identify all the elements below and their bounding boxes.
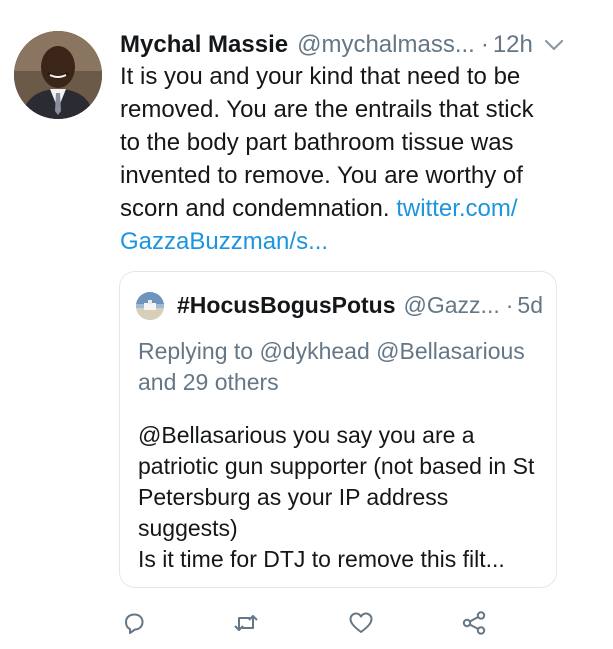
quoted-tweet[interactable]: #HocusBogusPotus @Gazz... · 5d Replying …	[119, 271, 557, 588]
avatar[interactable]	[14, 31, 102, 119]
like-icon[interactable]	[344, 606, 378, 640]
share-icon[interactable]	[457, 606, 491, 640]
replying-to: Replying to @dykhead @Bellasarious and 2…	[138, 338, 525, 395]
retweet-icon[interactable]	[229, 606, 263, 640]
tweet-actions	[0, 606, 613, 640]
reply-icon[interactable]	[117, 606, 151, 640]
author-handle[interactable]: @mychalmass...	[297, 29, 475, 61]
tweet-header: Mychal Massie @mychalmass... · 12h	[120, 29, 580, 61]
quoted-profile-photo	[136, 292, 164, 320]
quoted-author-handle[interactable]: @Gazz...	[404, 289, 500, 321]
timestamp[interactable]: 12h	[493, 29, 533, 61]
quoted-text: @Bellasarious you say you are a patrioti…	[138, 422, 535, 572]
quoted-avatar[interactable]	[136, 292, 164, 320]
quoted-timestamp[interactable]: 5d	[517, 289, 543, 321]
tweet[interactable]: Mychal Massie @mychalmass... · 12h It is…	[0, 0, 613, 649]
tweet-text: It is you and your kind that need to be …	[120, 60, 560, 258]
separator-dot: ·	[480, 31, 489, 58]
quoted-header: #HocusBogusPotus @Gazz... · 5d	[177, 289, 547, 321]
profile-photo	[14, 31, 102, 119]
quoted-separator-dot: ·	[505, 292, 514, 318]
chevron-down-icon[interactable]	[541, 32, 567, 58]
quoted-author-name[interactable]: #HocusBogusPotus	[177, 289, 396, 321]
author-name[interactable]: Mychal Massie	[120, 29, 288, 61]
